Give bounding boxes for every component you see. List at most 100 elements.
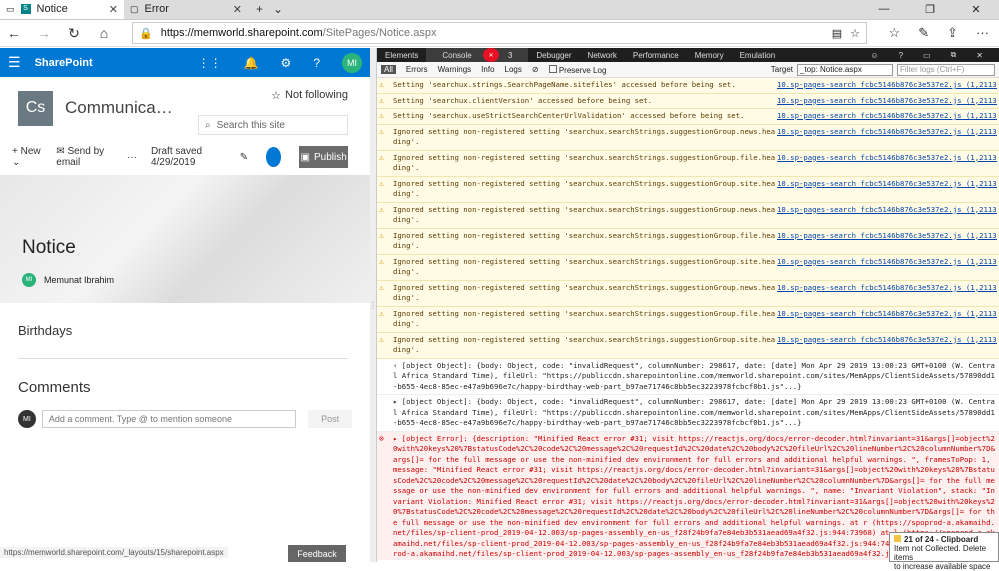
- console-row[interactable]: ⚠ Ignored setting non-registered setting …: [377, 280, 999, 307]
- console-message: Ignored setting non-registered setting '…: [393, 152, 776, 173]
- restore-icon[interactable]: ❐: [907, 0, 953, 19]
- tab-performance[interactable]: Performance: [625, 48, 687, 62]
- tab-debugger[interactable]: Debugger: [528, 48, 579, 62]
- clipboard-toast[interactable]: 21 of 24 - Clipboard Item not Collected.…: [889, 532, 999, 571]
- source-link[interactable]: 10.sp-pages-search_fcbc5146b876c3e537e2.…: [777, 231, 997, 252]
- console-row[interactable]: ⚠ Ignored setting non-registered setting …: [377, 228, 999, 255]
- favorite-star-icon[interactable]: ☆: [850, 27, 860, 40]
- app-launcher-icon[interactable]: ⋮⋮: [198, 56, 222, 70]
- console-row[interactable]: ⚠ Setting 'searchux.strings.SearchPageNam…: [377, 78, 999, 94]
- clear-icon[interactable]: ⊘: [532, 65, 539, 74]
- refresh-icon[interactable]: ↻: [66, 25, 82, 42]
- new-tab-icon[interactable]: +: [256, 2, 263, 16]
- publish-button[interactable]: ▣ Publish: [299, 146, 348, 168]
- source-link[interactable]: 10.sp-pages-search_fcbc5146b876c3e537e2.…: [777, 335, 997, 356]
- source-link[interactable]: 10.sp-pages-search_fcbc5146b876c3e537e2.…: [777, 257, 997, 278]
- forward-icon[interactable]: →: [36, 25, 52, 41]
- follow-label: Not following: [285, 89, 348, 101]
- filter-warnings[interactable]: Warnings: [438, 65, 472, 74]
- back-icon[interactable]: ←: [6, 25, 22, 41]
- follow-button[interactable]: ☆ Not following: [271, 89, 348, 102]
- reading-view-icon[interactable]: ▤: [832, 27, 842, 40]
- filter-input[interactable]: Filter logs (Ctrl+F): [897, 63, 995, 76]
- new-button[interactable]: + New ⌄: [12, 146, 42, 168]
- url-field[interactable]: 🔒 https://memworld.sharepoint.com/SitePa…: [132, 22, 867, 44]
- home-icon[interactable]: ⌂: [96, 25, 112, 41]
- page-title[interactable]: Notice: [22, 237, 370, 259]
- filter-all[interactable]: All: [381, 65, 396, 74]
- source-link[interactable]: 10.sp-pages-search_fcbc5146b876c3e537e2.…: [777, 127, 997, 148]
- undock-icon[interactable]: ⧉: [943, 48, 965, 62]
- tab-memory[interactable]: Memory: [687, 48, 732, 62]
- devtools-panel: Elements Console ✕ 3 Debugger Network Per…: [376, 48, 999, 562]
- comment-input[interactable]: Add a comment. Type @ to mention someone: [41, 410, 297, 428]
- feedback-button[interactable]: Feedback: [288, 545, 346, 562]
- send-email-button[interactable]: ✉ Send by email: [56, 146, 113, 168]
- site-search-input[interactable]: ⌕ Search this site: [198, 115, 348, 135]
- post-button[interactable]: Post: [308, 410, 353, 428]
- source-link[interactable]: 10.sp-pages-search_fcbc5146b876c3e537e2.…: [777, 205, 997, 226]
- console-row[interactable]: ⚠ Ignored setting non-registered setting …: [377, 202, 999, 229]
- target-label: Target: [770, 65, 793, 74]
- console-row[interactable]: ⚠ Ignored setting non-registered setting …: [377, 176, 999, 203]
- console-row[interactable]: ⚠ Ignored setting non-registered setting …: [377, 150, 999, 177]
- gear-icon[interactable]: ⚙: [281, 56, 292, 70]
- avatar[interactable]: MI: [342, 52, 362, 73]
- console-row[interactable]: ⚠ Ignored setting non-registered setting …: [377, 124, 999, 151]
- source-link[interactable]: 10.sp-pages-search_fcbc5146b876c3e537e2.…: [777, 283, 997, 304]
- chevron-down-icon[interactable]: ⌄: [273, 2, 283, 16]
- console-row[interactable]: ⚠ Ignored setting non-registered setting …: [377, 306, 999, 333]
- minimize-icon[interactable]: —: [861, 0, 907, 19]
- source-link[interactable]: 10.sp-pages-search_fcbc5146b876c3e537e2.…: [777, 80, 997, 91]
- bell-icon[interactable]: 🔔: [244, 56, 259, 70]
- smiley-icon[interactable]: ☺: [862, 48, 886, 62]
- site-title[interactable]: Communicatio...: [65, 98, 175, 118]
- dock-icon[interactable]: ▭: [915, 48, 939, 62]
- share-icon[interactable]: ⇪: [947, 25, 958, 41]
- tab-network[interactable]: Network: [580, 48, 625, 62]
- console-row[interactable]: ⚠ Setting 'searchux.clientVersion' access…: [377, 93, 999, 109]
- title-area: Notice MI Memunat Ibrahim: [0, 175, 370, 303]
- console-message: Ignored setting non-registered setting '…: [393, 204, 776, 225]
- close-window-icon[interactable]: ✕: [953, 0, 999, 19]
- brand-label[interactable]: SharePoint: [35, 57, 93, 69]
- console-row[interactable]: ‹ [object Object]: {body: Object, code: …: [377, 358, 999, 395]
- notes-icon[interactable]: ✎: [918, 25, 929, 41]
- comment-avatar: MI: [18, 410, 36, 428]
- author-name[interactable]: Memunat Ibrahim: [44, 275, 114, 285]
- tab-emulation[interactable]: Emulation: [732, 48, 784, 62]
- preserve-log-checkbox[interactable]: Preserve Log: [548, 64, 606, 75]
- more-icon[interactable]: ···: [976, 25, 989, 41]
- console-row[interactable]: ⚠ Ignored setting non-registered setting …: [377, 332, 999, 359]
- draft-status: Draft saved 4/29/2019: [150, 146, 203, 168]
- close-icon[interactable]: ✕: [968, 48, 991, 62]
- toggle-indicator[interactable]: [266, 147, 282, 167]
- source-link[interactable]: 10.sp-pages-search_fcbc5146b876c3e537e2.…: [777, 179, 997, 200]
- more-button[interactable]: ···: [127, 152, 137, 163]
- site-logo[interactable]: Cs: [18, 90, 53, 126]
- tab-error[interactable]: ▢ Error ✕: [124, 0, 248, 19]
- console-row[interactable]: ⚠ Ignored setting non-registered setting …: [377, 254, 999, 281]
- filter-logs[interactable]: Logs: [505, 65, 522, 74]
- edit-icon[interactable]: ✎: [240, 152, 248, 163]
- help-icon[interactable]: ?: [313, 56, 320, 70]
- console-row[interactable]: ▸ [object Object]: {body: Object, code: …: [377, 395, 999, 432]
- filter-errors[interactable]: Errors: [406, 65, 428, 74]
- source-link[interactable]: 10.sp-pages-search_fcbc5146b876c3e537e2.…: [777, 309, 997, 330]
- close-icon[interactable]: ✕: [233, 3, 242, 16]
- source-link[interactable]: 10.sp-pages-search_fcbc5146b876c3e537e2.…: [777, 96, 997, 107]
- source-link[interactable]: 10.sp-pages-search_fcbc5146b876c3e537e2.…: [777, 111, 997, 122]
- close-icon[interactable]: ✕: [109, 3, 118, 16]
- help-icon[interactable]: ?: [891, 48, 911, 62]
- source-link[interactable]: 10.sp-pages-search_fcbc5146b876c3e537e2.…: [777, 153, 997, 174]
- favorites-icon[interactable]: ☆: [889, 25, 901, 41]
- tab-elements[interactable]: Elements: [377, 48, 426, 62]
- target-dropdown[interactable]: _top: Notice.aspx: [797, 63, 893, 76]
- console-message: Setting 'searchux.useStrictSearchCenterU…: [393, 111, 745, 120]
- filter-info[interactable]: Info: [481, 65, 494, 74]
- tab-notice[interactable]: ▭ S Notice ✕: [0, 0, 124, 19]
- hamburger-icon[interactable]: ☰: [8, 54, 21, 71]
- console-row[interactable]: ⚠ Setting 'searchux.useStrictSearchCenter…: [377, 109, 999, 125]
- tab-console[interactable]: Console ✕ 3: [426, 48, 529, 62]
- console-label: Console: [442, 50, 472, 60]
